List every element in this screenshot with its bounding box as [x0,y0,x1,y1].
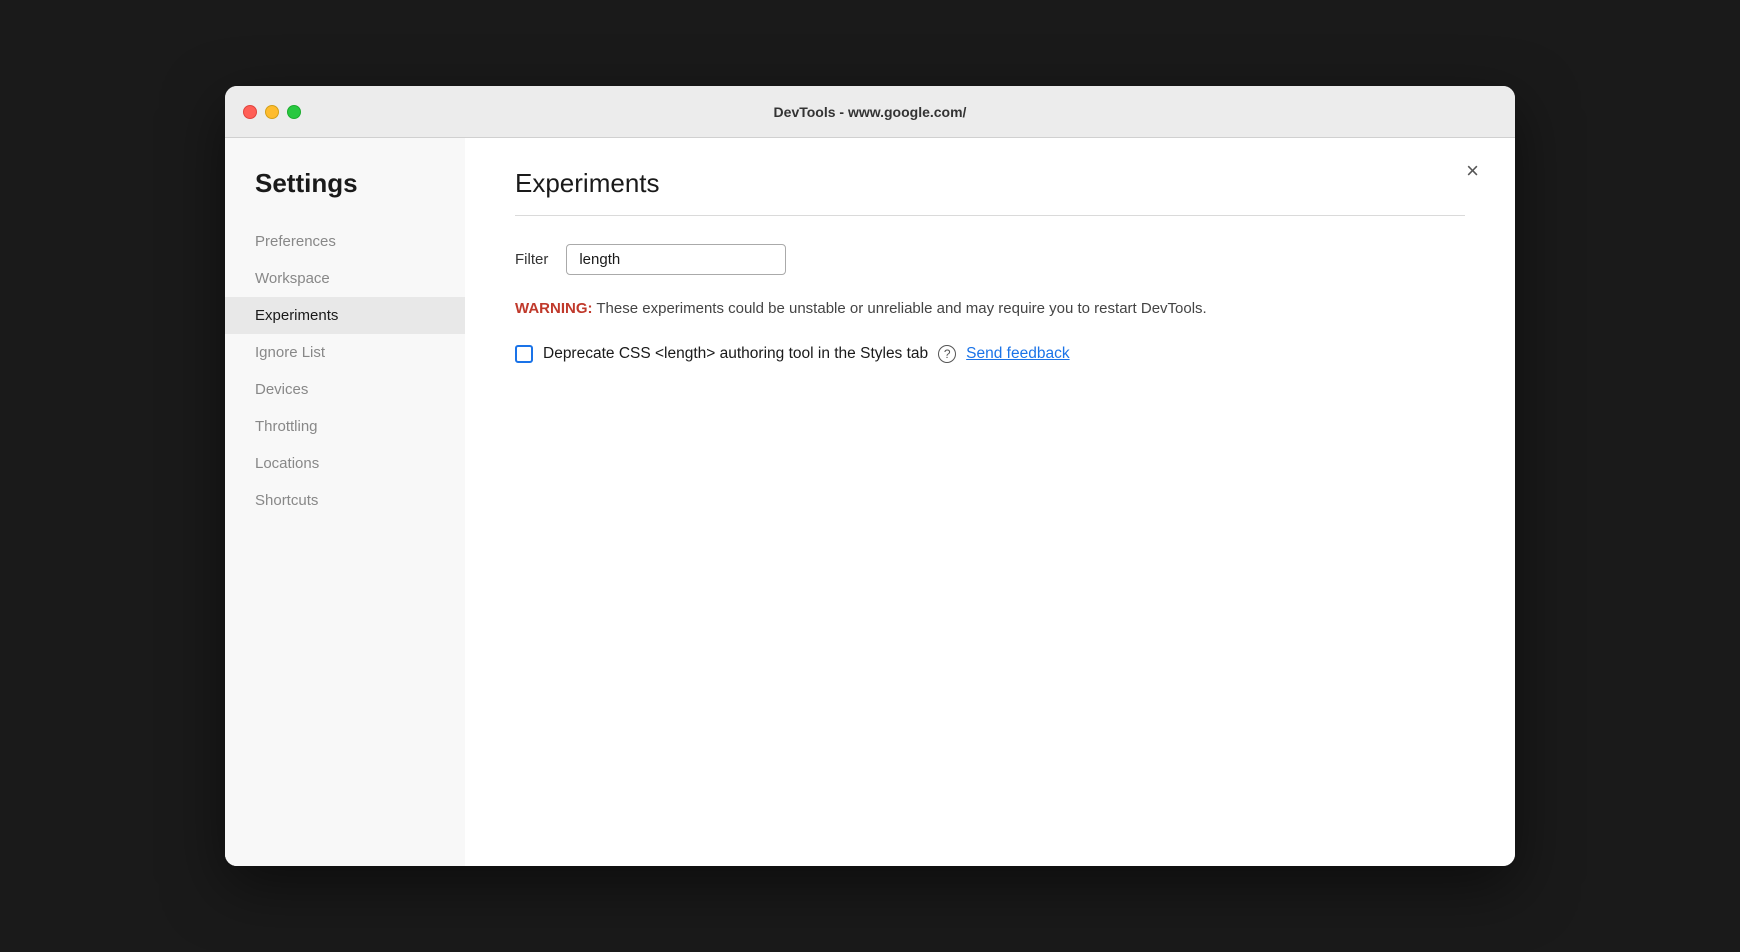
sidebar-item-preferences[interactable]: Preferences [225,223,465,260]
filter-row: Filter [515,244,1465,275]
send-feedback-link[interactable]: Send feedback [966,345,1069,363]
sidebar: Settings Preferences Workspace Experimen… [225,138,465,866]
filter-label: Filter [515,251,548,268]
sidebar-item-locations[interactable]: Locations [225,445,465,482]
traffic-lights [243,105,301,119]
experiment-row: Deprecate CSS <length> authoring tool in… [515,345,1465,363]
devtools-window: DevTools - www.google.com/ Settings Pref… [225,86,1515,866]
sidebar-item-shortcuts[interactable]: Shortcuts [225,482,465,519]
close-button[interactable]: × [1458,156,1487,186]
sidebar-item-throttling[interactable]: Throttling [225,408,465,445]
filter-input[interactable] [566,244,786,275]
sidebar-item-devices[interactable]: Devices [225,371,465,408]
divider [515,215,1465,216]
sidebar-heading: Settings [225,168,465,223]
titlebar-title: DevTools - www.google.com/ [774,104,967,120]
close-traffic-light[interactable] [243,105,257,119]
sidebar-item-ignore-list[interactable]: Ignore List [225,334,465,371]
maximize-traffic-light[interactable] [287,105,301,119]
warning-label: WARNING: [515,300,593,317]
minimize-traffic-light[interactable] [265,105,279,119]
window-body: Settings Preferences Workspace Experimen… [225,138,1515,866]
warning-body: These experiments could be unstable or u… [593,300,1207,317]
titlebar: DevTools - www.google.com/ [225,86,1515,138]
main-content: × Experiments Filter WARNING: These expe… [465,138,1515,866]
experiment-label: Deprecate CSS <length> authoring tool in… [543,345,928,363]
warning-text: WARNING: These experiments could be unst… [515,297,1465,321]
sidebar-item-workspace[interactable]: Workspace [225,260,465,297]
help-icon[interactable]: ? [938,345,956,363]
sidebar-item-experiments[interactable]: Experiments [225,297,465,334]
section-title: Experiments [515,168,1465,199]
experiment-checkbox[interactable] [515,345,533,363]
